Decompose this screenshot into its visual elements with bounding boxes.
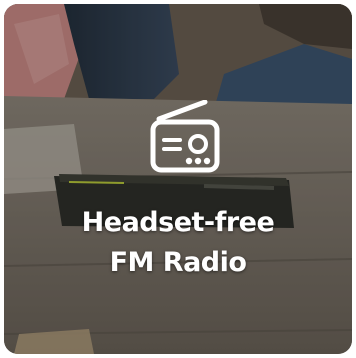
feature-title-line-2: FM Radio: [109, 247, 247, 278]
feature-card[interactable]: Headset-free FM Radio: [4, 4, 352, 354]
feature-title-line-1: Headset-free: [81, 207, 275, 238]
radio-icon: [150, 100, 220, 173]
photo-dim-overlay: [4, 4, 352, 354]
